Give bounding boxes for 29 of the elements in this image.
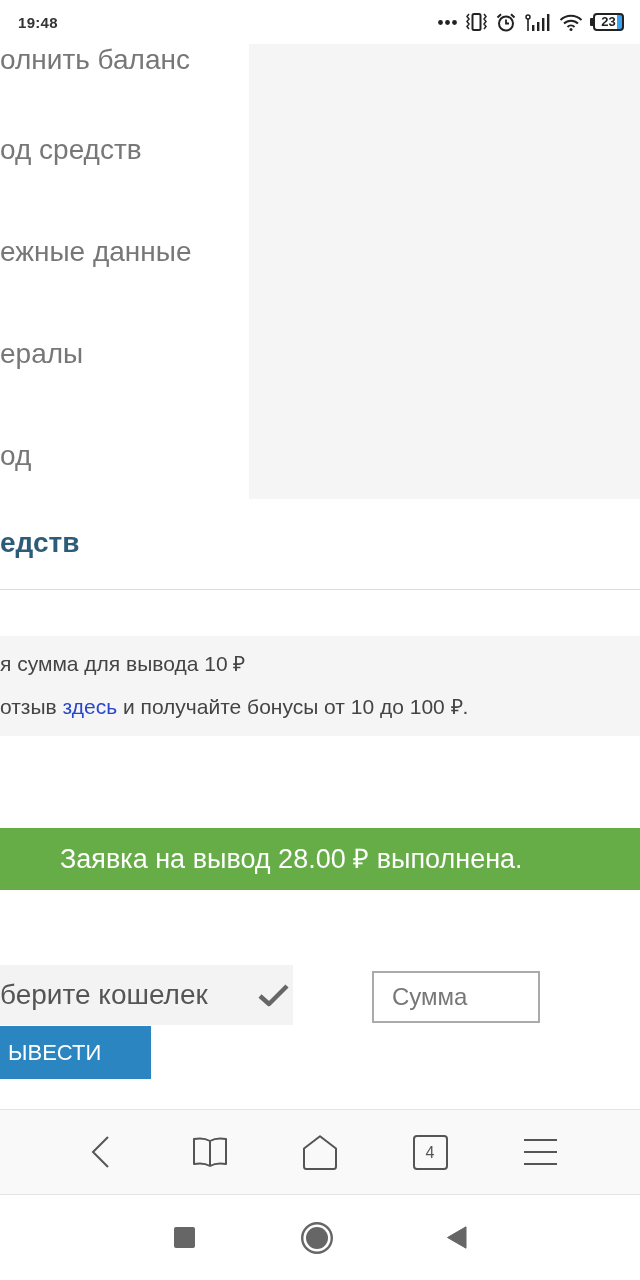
info-text: отзыв здесь и получайте бонусы от 10 до 100 ₽. bbox=[0, 694, 469, 720]
back-icon[interactable] bbox=[90, 1136, 110, 1168]
signal-icon bbox=[525, 13, 550, 31]
more-dots-icon bbox=[438, 19, 457, 25]
menu-icon[interactable] bbox=[523, 1139, 557, 1165]
tabs-button[interactable]: 4 bbox=[412, 1134, 448, 1170]
sidebar-item[interactable]: ежные данные bbox=[0, 236, 192, 268]
recents-icon[interactable] bbox=[173, 1227, 195, 1248]
sidebar-item[interactable]: олнить баланс bbox=[0, 44, 190, 76]
home-icon[interactable] bbox=[300, 1221, 333, 1254]
sidebar-item[interactable]: од bbox=[0, 440, 32, 472]
home-icon[interactable] bbox=[303, 1134, 337, 1170]
section-heading: едств bbox=[0, 527, 80, 559]
battery-indicator: 23 bbox=[590, 13, 624, 31]
success-banner: Заявка на вывод 28.00 ₽ выполнена. bbox=[0, 828, 640, 890]
info-text: я сумма для вывода 10 ₽ bbox=[0, 651, 246, 677]
wifi-icon bbox=[559, 13, 583, 31]
sidebar-item[interactable]: од средств bbox=[0, 134, 142, 166]
status-time: 19:48 bbox=[18, 13, 58, 31]
book-icon[interactable] bbox=[193, 1136, 227, 1168]
link[interactable]: здесь bbox=[62, 695, 118, 718]
vibrate-icon bbox=[466, 13, 487, 31]
wallet-select[interactable]: берите кошелек bbox=[0, 965, 293, 1025]
checkmark-icon bbox=[258, 983, 289, 1007]
amount-field[interactable]: Сумма bbox=[372, 971, 540, 1023]
sidebar-item[interactable]: ералы bbox=[0, 338, 84, 370]
withdraw-button[interactable]: ЫВЕСТИ bbox=[0, 1026, 151, 1079]
back-icon[interactable] bbox=[446, 1226, 467, 1249]
alarm-clock-icon bbox=[496, 12, 516, 32]
